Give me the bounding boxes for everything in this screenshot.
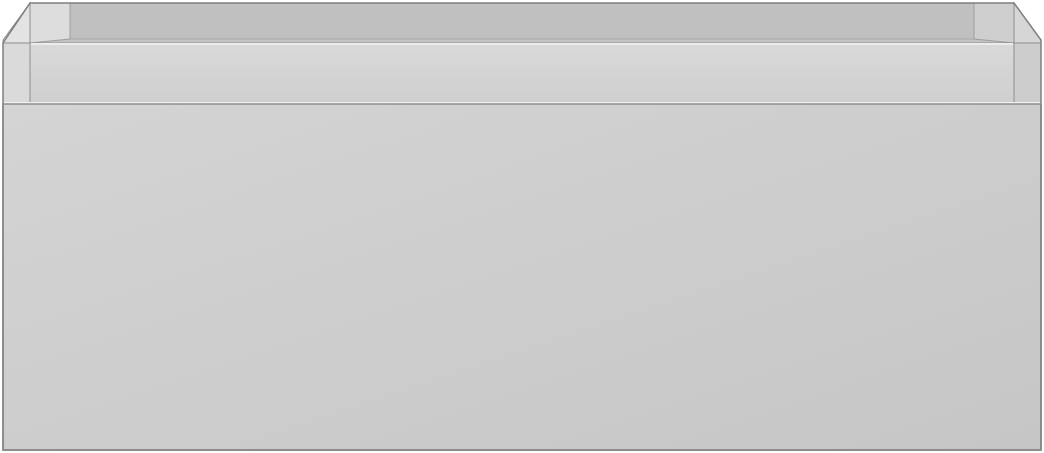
drawer-inner-back-panel — [69, 2, 975, 40]
drawer-inner-left-wall — [29, 2, 71, 44]
drawer-unit-scene — [0, 0, 1044, 453]
drawer-front-panel[interactable] — [2, 103, 1042, 451]
cabinet-left-post — [2, 42, 31, 104]
drawer-unit-drawing — [2, 1, 1042, 451]
drawer-rim-front — [29, 42, 1015, 104]
drawer-inner-right-wall — [973, 2, 1015, 44]
cabinet-right-post — [1013, 42, 1042, 104]
